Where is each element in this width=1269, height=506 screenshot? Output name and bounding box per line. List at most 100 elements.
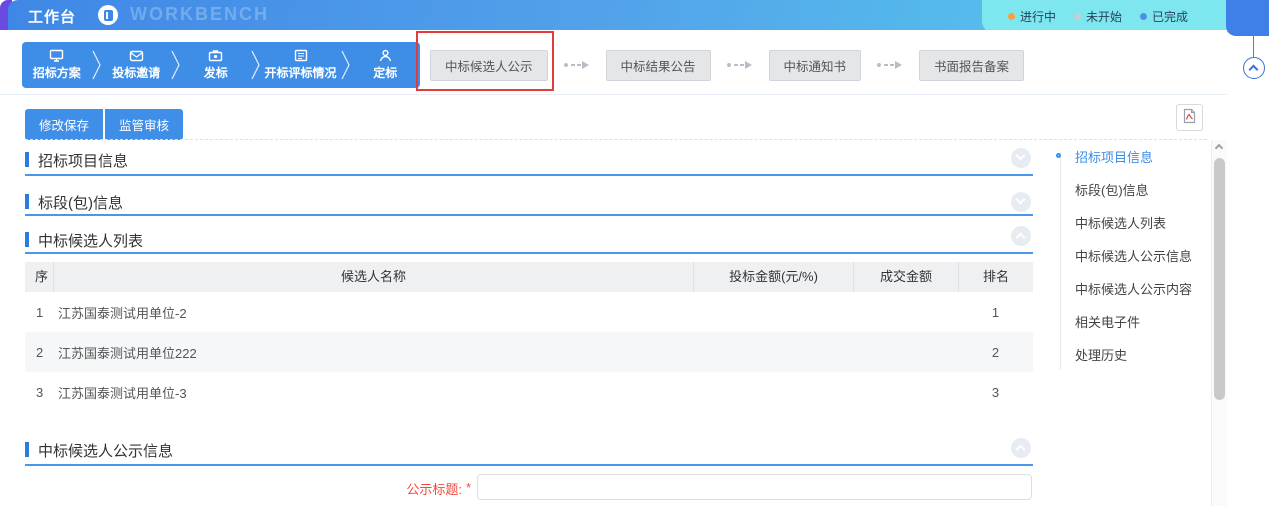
cell-seq: 3 (25, 385, 53, 400)
result-announcement-button[interactable]: 中标结果公告 (606, 50, 711, 81)
anchor-item-publicity-content[interactable]: 中标候选人公示内容 (1060, 280, 1210, 313)
corner-tab[interactable] (1226, 0, 1269, 36)
anchor-item-history[interactable]: 处理历史 (1060, 346, 1210, 379)
anchor-label: 中标候选人公示信息 (1075, 249, 1192, 264)
section-accent-bar (25, 152, 29, 167)
action-toolbar: 修改保存 监管审核 (25, 109, 183, 140)
collapse-toggle-publicity-info[interactable] (1011, 438, 1031, 458)
step-label: 定标 (373, 64, 397, 81)
section-underline (25, 214, 1033, 216)
step-tender-plan[interactable]: 招标方案 (22, 42, 92, 88)
export-pdf-button[interactable] (1176, 104, 1203, 131)
legend-label: 未开始 (1086, 8, 1122, 25)
monitor-icon (49, 49, 64, 62)
vertical-scrollbar[interactable] (1211, 140, 1227, 506)
not-started-dot-icon (1074, 13, 1081, 20)
step-separator (92, 42, 102, 88)
step-award[interactable]: 定标 (351, 42, 421, 88)
section-title: 标段(包)信息 (38, 192, 123, 213)
legend-completed: 已完成 (1140, 8, 1188, 25)
anchor-label: 中标候选人列表 (1075, 216, 1166, 231)
chevron-down-icon (1016, 195, 1026, 205)
collapse-toggle-project-info[interactable] (1011, 148, 1031, 168)
written-report-filing-button[interactable]: 书面报告备案 (919, 50, 1024, 81)
anchor-label: 招标项目信息 (1075, 150, 1153, 165)
page-subtitle: WORKBENCH (130, 4, 269, 25)
column-header-rank: 排名 (958, 262, 1033, 292)
tab-connector-line (1253, 36, 1254, 57)
cell-candidate-name: 江苏国泰测试用单位222 (53, 343, 693, 362)
collapse-toggle-package-info[interactable] (1011, 192, 1031, 212)
process-band: 招标方案 投标邀请 发标 开标评标情况 定标 中 (0, 30, 1227, 95)
section-underline (25, 464, 1033, 466)
legend-label: 进行中 (1020, 8, 1056, 25)
legend-label: 已完成 (1152, 8, 1188, 25)
anchor-item-package-info[interactable]: 标段(包)信息 (1060, 181, 1210, 214)
supervision-audit-button[interactable]: 监管审核 (105, 109, 183, 140)
step-separator (251, 42, 261, 88)
status-legend: 进行中 未开始 已完成 (982, 0, 1236, 33)
section-accent-bar (25, 194, 29, 209)
column-header-name: 候选人名称 (53, 262, 693, 292)
step-label: 开标评标情况 (265, 64, 337, 81)
publicity-title-label: 公示标题: (330, 479, 462, 498)
person-icon (379, 49, 392, 62)
anchor-label: 标段(包)信息 (1075, 183, 1149, 198)
step-nav: 招标方案 投标邀请 发标 开标评标情况 定标 (22, 42, 420, 88)
active-dot-icon (1056, 153, 1061, 158)
cell-candidate-name: 江苏国泰测试用单位-3 (53, 383, 693, 402)
cell-rank: 2 (958, 345, 1033, 360)
section-accent-bar (25, 442, 29, 457)
step-bid-opening-evaluation[interactable]: 开标评标情况 (261, 42, 341, 88)
dotted-divider (25, 139, 1207, 140)
collapse-panel-button[interactable] (1243, 57, 1265, 79)
mail-icon (129, 50, 144, 62)
collapse-toggle-candidate-list[interactable] (1011, 226, 1031, 246)
step-label: 招标方案 (33, 64, 81, 81)
anchor-item-candidate-list[interactable]: 中标候选人列表 (1060, 214, 1210, 247)
step-bid-invitation[interactable]: 投标邀请 (102, 42, 172, 88)
in-progress-dot-icon (1008, 13, 1015, 20)
chevron-up-icon (1249, 65, 1259, 75)
anchor-nav: 招标项目信息 标段(包)信息 中标候选人列表 中标候选人公示信息 中标候选人公示… (1060, 148, 1210, 379)
completed-dot-icon (1140, 13, 1147, 20)
publicity-title-input[interactable] (477, 474, 1032, 500)
column-header-deal-amount: 成交金额 (853, 262, 958, 292)
anchor-item-related-files[interactable]: 相关电子件 (1060, 313, 1210, 346)
cell-candidate-name: 江苏国泰测试用单位-2 (53, 303, 693, 322)
step-label: 发标 (204, 64, 228, 81)
section-underline (25, 252, 1033, 254)
table-row[interactable]: 1 江苏国泰测试用单位-2 1 (25, 292, 1033, 332)
award-notice-button[interactable]: 中标通知书 (769, 50, 862, 81)
table-row[interactable]: 2 江苏国泰测试用单位222 2 (25, 332, 1033, 372)
table-header-row: 序 候选人名称 投标金额(元/%) 成交金额 排名 (25, 262, 1033, 292)
section-underline (25, 174, 1033, 176)
workbench-page: 工作台 WORKBENCH 进行中 未开始 已完成 招标方案 (0, 0, 1269, 506)
scrollbar-thumb[interactable] (1214, 158, 1225, 400)
table-row[interactable]: 3 江苏国泰测试用单位-3 3 (25, 372, 1033, 412)
required-asterisk: * (466, 480, 471, 495)
anchor-item-publicity-info[interactable]: 中标候选人公示信息 (1060, 247, 1210, 280)
flow-arrow-icon (726, 60, 754, 70)
candidate-table: 序 候选人名称 投标金额(元/%) 成交金额 排名 1 江苏国泰测试用单位-2 … (25, 262, 1033, 412)
cell-rank: 3 (958, 385, 1033, 400)
scroll-up-arrow-icon[interactable] (1215, 144, 1223, 152)
page-title: 工作台 (28, 6, 76, 27)
briefcase-icon (208, 49, 223, 62)
publicity-title-row: 公示标题: * (0, 472, 1100, 502)
step-separator (171, 42, 181, 88)
flow-arrow-icon (563, 60, 591, 70)
chevron-down-icon (1016, 151, 1026, 161)
cell-seq: 2 (25, 345, 53, 360)
document-icon (294, 49, 308, 62)
step-issue-bid[interactable]: 发标 (181, 42, 251, 88)
section-title: 中标候选人公示信息 (38, 440, 173, 461)
step-separator (341, 42, 351, 88)
candidate-publicity-button[interactable]: 中标候选人公示 (430, 50, 548, 81)
chevron-up-icon (1016, 233, 1026, 243)
anchor-label: 相关电子件 (1075, 315, 1140, 330)
cell-rank: 1 (958, 305, 1033, 320)
anchor-item-project-info[interactable]: 招标项目信息 (1060, 148, 1210, 181)
section-title: 中标候选人列表 (38, 230, 143, 251)
save-button[interactable]: 修改保存 (25, 109, 103, 140)
